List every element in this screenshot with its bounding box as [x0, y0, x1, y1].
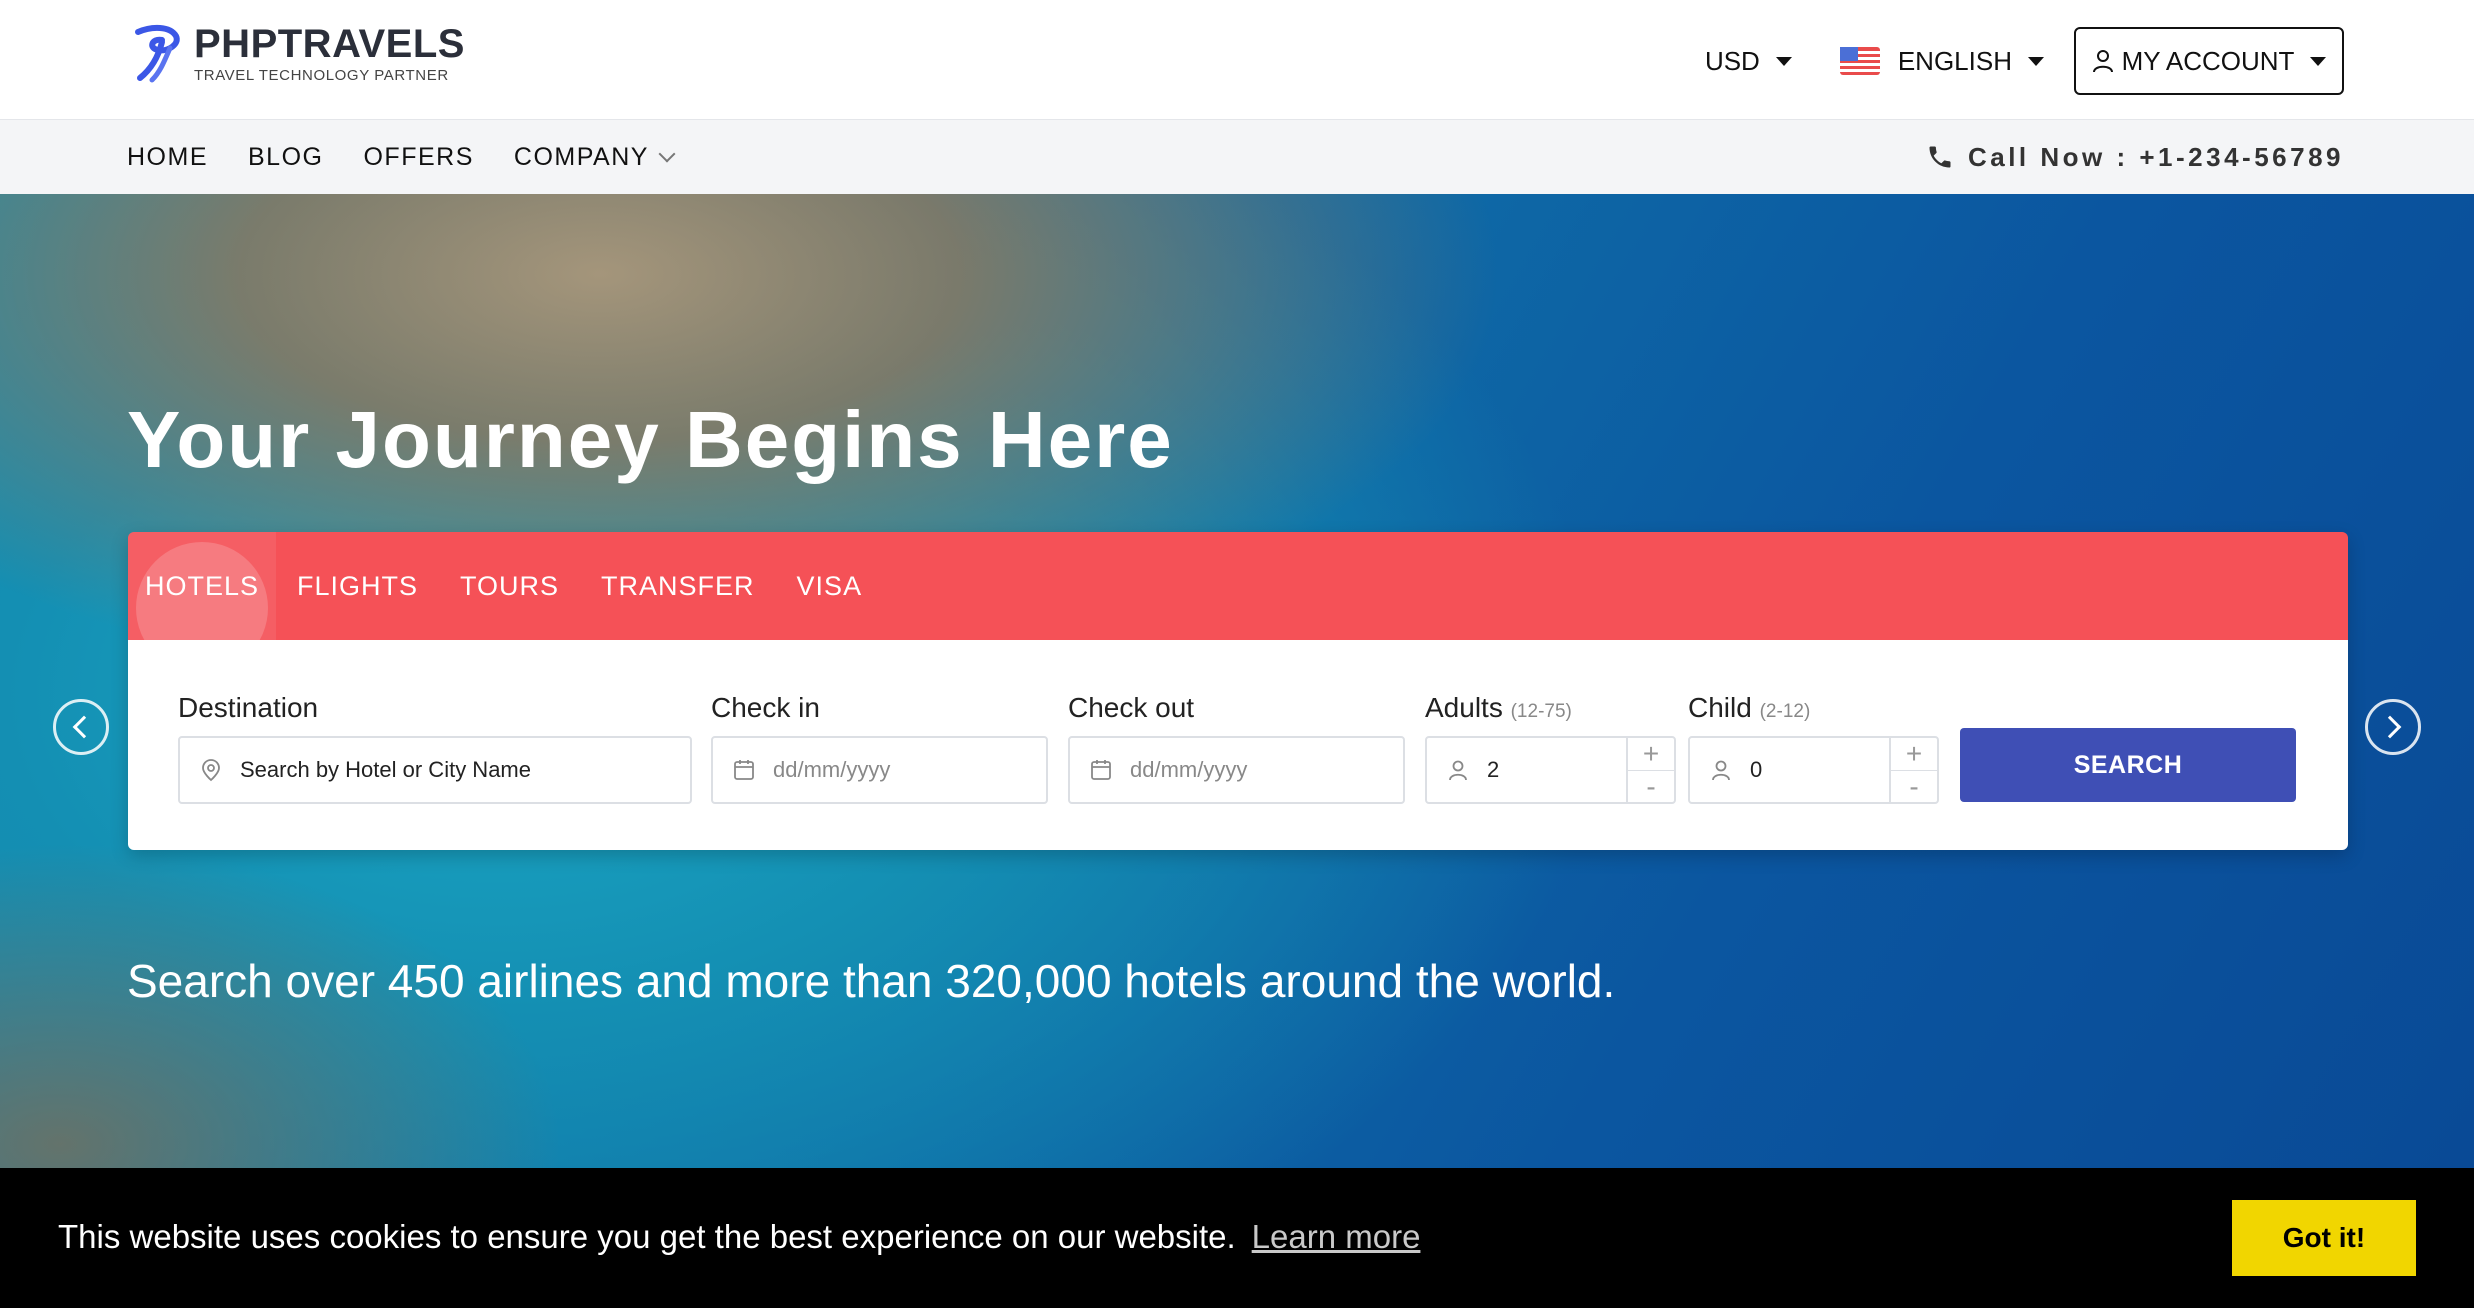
top-header: PHPTRAVELS TRAVEL TECHNOLOGY PARTNER USD… [0, 0, 2474, 120]
user-icon [2092, 50, 2113, 73]
tab-tours[interactable]: TOURS [439, 532, 580, 640]
child-increment-button[interactable]: + [1891, 738, 1937, 770]
adults-stepper[interactable]: 2 + - [1425, 736, 1676, 804]
destination-input[interactable]: Search by Hotel or City Name [178, 736, 692, 804]
main-nav: HOME BLOG OFFERS COMPANY Call Now : +1-2… [0, 120, 2474, 194]
slider-next-button[interactable] [2365, 699, 2421, 755]
hero-subtitle: Search over 450 airlines and more than 3… [127, 955, 1616, 1007]
person-icon [1449, 760, 1467, 781]
calendar-icon [1091, 760, 1111, 780]
flag-us-icon [1839, 47, 1880, 75]
caret-down-icon [2028, 56, 2044, 66]
checkin-field: Check in dd/mm/yyyy [711, 692, 1048, 804]
destination-field: Destination Search by Hotel or City Name [178, 692, 692, 804]
language-label: ENGLISH [1897, 45, 2012, 76]
child-label: Child (2-12) [1688, 692, 1939, 728]
my-account-button[interactable]: MY ACCOUNT [2074, 27, 2344, 95]
tab-hotels[interactable]: HOTELS [128, 532, 276, 674]
adults-range: (12-75) [1510, 701, 1572, 722]
checkin-label: Check in [711, 692, 820, 723]
caret-down-icon [1775, 56, 1792, 66]
checkin-placeholder: dd/mm/yyyy [773, 757, 891, 782]
logo-subtitle: TRAVEL TECHNOLOGY PARTNER [194, 66, 449, 84]
chevron-down-icon [658, 145, 676, 163]
cookie-banner: This website uses cookies to ensure you … [0, 1168, 2474, 1308]
adults-increment-button[interactable]: + [1628, 738, 1674, 770]
tab-transfer[interactable]: TRANSFER [580, 532, 776, 640]
currency-dropdown[interactable]: USD [1705, 46, 1792, 77]
child-field: Child (2-12) 0 + - [1688, 692, 1939, 804]
chevron-right-icon [2378, 715, 2402, 739]
nav-home[interactable]: HOME [127, 143, 208, 172]
nav-blog[interactable]: BLOG [248, 143, 323, 172]
tab-hotels-label: HOTELS [144, 570, 260, 601]
adults-decrement-button[interactable]: - [1628, 770, 1674, 803]
nav-company-label: COMPANY [513, 142, 649, 171]
call-now[interactable]: Call Now : +1-234-56789 [1926, 120, 2344, 194]
caret-down-icon [2310, 56, 2327, 66]
tab-flights[interactable]: FLIGHTS [276, 532, 439, 640]
adults-label: Adults (12-75) [1425, 692, 1676, 728]
slider-prev-button[interactable] [53, 699, 109, 755]
checkout-input[interactable]: dd/mm/yyyy [1068, 736, 1405, 804]
tab-visa[interactable]: VISA [776, 532, 884, 640]
checkout-label: Check out [1068, 692, 1195, 723]
checkin-input[interactable]: dd/mm/yyyy [711, 736, 1048, 804]
checkout-field: Check out dd/mm/yyyy [1068, 692, 1405, 804]
child-decrement-button[interactable]: - [1891, 770, 1937, 803]
cookie-message-text: This website uses cookies to ensure you … [58, 1218, 1236, 1255]
call-now-text: Call Now : +1-234-56789 [1967, 141, 2344, 172]
search-card: HOTELS FLIGHTS TOURS TRANSFER VISA Desti… [128, 532, 2348, 850]
child-stepper[interactable]: 0 + - [1688, 736, 1939, 804]
adults-label-text: Adults [1425, 692, 1503, 723]
adults-value: 2 [1487, 757, 1500, 782]
child-range: (2-12) [1759, 701, 1811, 722]
learn-more-link[interactable]: Learn more [1252, 1218, 1421, 1255]
site-logo[interactable]: PHPTRAVELS TRAVEL TECHNOLOGY PARTNER [130, 22, 465, 84]
language-dropdown[interactable]: ENGLISH [1839, 45, 2044, 77]
cookie-accept-button[interactable]: Got it! [2232, 1200, 2416, 1276]
cookie-message: This website uses cookies to ensure you … [58, 1218, 1420, 1256]
destination-placeholder: Search by Hotel or City Name [240, 757, 531, 782]
destination-label: Destination [178, 692, 319, 723]
logo-title: PHPTRAVELS [194, 21, 465, 66]
checkout-placeholder: dd/mm/yyyy [1130, 757, 1248, 782]
logo-icon [135, 24, 180, 83]
nav-offers[interactable]: OFFERS [363, 143, 473, 172]
account-label: MY ACCOUNT [2121, 45, 2295, 76]
chevron-left-icon [72, 715, 96, 739]
calendar-icon [734, 760, 754, 780]
person-icon [1712, 760, 1730, 781]
currency-label: USD [1704, 45, 1760, 76]
hero-section: Your Journey Begins Here HOTELS FLIGHTS … [0, 194, 2474, 1168]
phone-icon [1929, 146, 1951, 168]
nav-company[interactable]: COMPANY [513, 142, 676, 172]
location-pin-icon [202, 759, 220, 782]
hotel-search-form: Destination Search by Hotel or City Name… [128, 640, 2348, 850]
search-tabs: HOTELS FLIGHTS TOURS TRANSFER VISA [128, 532, 2348, 674]
child-value: 0 [1750, 757, 1763, 782]
search-button[interactable]: SEARCH [1960, 728, 2296, 802]
adults-field: Adults (12-75) 2 + - [1425, 692, 1676, 804]
child-label-text: Child [1688, 692, 1752, 723]
hero-title: Your Journey Begins Here [127, 395, 1174, 484]
